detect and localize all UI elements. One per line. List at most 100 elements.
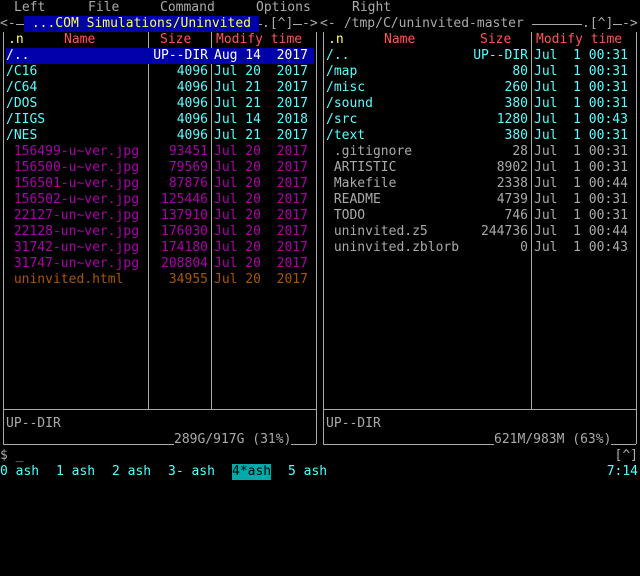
panel-title: <- ...COM Simulations/Uninvited .[^] -> [0,16,318,32]
file-name: /DOS [6,96,38,111]
tab-0[interactable]: 0 ash [0,464,39,480]
file-row[interactable]: 31742-un~ver.jpg 174180 Jul 20 2017 [0,240,320,256]
file-size: 4096 [176,112,208,127]
file-date: Jul 20 2017 [214,224,308,239]
menu-options[interactable]: Options [256,0,311,16]
right-panel[interactable]: <- /tmp/C/uninvited-master .[^] -> .n Na… [320,16,640,448]
file-size: 4096 [176,80,208,95]
file-row[interactable]: /text 380 Jul 1 00:31 [320,128,640,144]
panel-nav[interactable]: .[^] [582,16,614,32]
menu-bar: Left File Command Options Right [0,0,640,16]
file-row[interactable]: /.. UP--DIR Aug 14 2017 [6,48,314,64]
file-row[interactable]: /C16 4096 Jul 20 2017 [0,64,320,80]
header-sort[interactable]: .n [328,32,344,48]
file-name: 156501-u~ver.jpg [6,176,140,191]
file-row[interactable]: 31747-un~ver.jpg 208804 Jul 20 2017 [0,256,320,272]
disk-usage: 289G/917G (31%) [174,432,292,448]
frame-mini-divider [3,409,316,410]
file-row[interactable]: 22127-un~ver.jpg 137910 Jul 20 2017 [0,208,320,224]
file-date: Jul 21 2017 [214,80,308,95]
header-sort[interactable]: .n [8,32,24,48]
file-row[interactable]: uninvited.html 34955 Jul 20 2017 [0,272,320,288]
file-name: uninvited.zblorb [326,240,460,255]
file-name: 156499-u~ver.jpg [6,144,140,159]
menu-file[interactable]: File [88,0,119,16]
file-date: Jul 1 00:31 [534,208,628,223]
file-row[interactable]: /DOS 4096 Jul 21 2017 [0,96,320,112]
header-size[interactable]: Size [480,32,512,48]
file-name: /.. [326,48,350,63]
tab-3[interactable]: 3- ash [168,464,215,480]
file-row[interactable]: uninvited.zblorb 0 Jul 1 00:43 [320,240,640,256]
file-row[interactable]: /IIGS 4096 Jul 14 2018 [0,112,320,128]
panel-path[interactable]: ...COM Simulations/Uninvited [24,16,259,32]
column-headers: .n Name Size Modify time [0,32,320,48]
file-name: /C16 [6,64,38,79]
tab-4[interactable]: 4*ash [232,464,272,480]
file-size: 125446 [161,192,208,207]
file-name: 156502-u~ver.jpg [6,192,140,207]
file-name: /C64 [6,80,38,95]
file-date: Jul 20 2017 [214,64,308,79]
tab-5[interactable]: 5 ash [288,464,327,480]
file-name: Makefile [326,176,397,191]
file-size: 4096 [176,96,208,111]
panel-title: <- /tmp/C/uninvited-master .[^] -> [320,16,638,32]
file-row[interactable]: .gitignore 28 Jul 1 00:31 [320,144,640,160]
file-row[interactable]: /NES 4096 Jul 21 2017 [0,128,320,144]
file-date: Jul 1 00:43 [534,240,628,255]
tab-2[interactable]: 2 ash [112,464,151,480]
file-row[interactable]: /C64 4096 Jul 21 2017 [0,80,320,96]
file-row[interactable]: uninvited.z5 244736 Jul 1 00:44 [320,224,640,240]
file-size: 4096 [176,128,208,143]
file-date: Jul 20 2017 [214,160,308,175]
header-size[interactable]: Size [160,32,192,48]
file-name: 156500-u~ver.jpg [6,160,140,175]
file-date: Jul 20 2017 [214,240,308,255]
file-size: 28 [512,144,528,159]
file-row[interactable]: /map 80 Jul 1 00:31 [320,64,640,80]
panel-path[interactable]: /tmp/C/uninvited-master [336,16,532,32]
file-size: 176030 [161,224,208,239]
menu-right[interactable]: Right [352,0,391,16]
file-row[interactable]: 156501-u~ver.jpg 87876 Jul 20 2017 [0,176,320,192]
file-row[interactable]: TODO 746 Jul 1 00:31 [320,208,640,224]
file-row[interactable]: 156500-u~ver.jpg 79569 Jul 20 2017 [0,160,320,176]
header-time[interactable]: Modify time [216,32,303,48]
file-row[interactable]: /src 1280 Jul 1 00:43 [320,112,640,128]
file-row[interactable]: ARTISTIC 8902 Jul 1 00:31 [320,160,640,176]
menu-left[interactable]: Left [14,0,45,16]
file-size: 244736 [481,224,528,239]
file-date: Jul 20 2017 [214,256,308,271]
tab-1[interactable]: 1 ash [56,464,95,480]
file-size: 93451 [168,144,208,159]
command-prompt[interactable]: $ _ [0,448,23,464]
file-row[interactable]: 156502-u~ver.jpg 125446 Jul 20 2017 [0,192,320,208]
file-date: Jul 14 2018 [214,112,308,127]
file-row[interactable]: README 4739 Jul 1 00:31 [320,192,640,208]
file-row[interactable]: Makefile 2338 Jul 1 00:44 [320,176,640,192]
header-time[interactable]: Modify time [536,32,623,48]
history-button[interactable]: [^] [615,448,638,464]
file-size: 746 [504,208,528,223]
header-name[interactable]: Name [64,32,96,48]
file-row[interactable]: 156499-u~ver.jpg 93451 Jul 20 2017 [0,144,320,160]
file-name: /misc [326,80,366,95]
column-headers: .n Name Size Modify time [320,32,640,48]
file-date: Jul 20 2017 [214,144,308,159]
file-row[interactable]: /.. UP--DIR Jul 1 00:31 [320,48,640,64]
file-size: 380 [504,96,528,111]
menu-command[interactable]: Command [160,0,215,16]
header-name[interactable]: Name [384,32,416,48]
file-row[interactable]: 22128-un~ver.jpg 176030 Jul 20 2017 [0,224,320,240]
file-size: 34955 [168,272,208,287]
left-panel[interactable]: <- ...COM Simulations/Uninvited .[^] -> … [0,16,320,448]
file-date: Jul 21 2017 [214,128,308,143]
file-date: Jul 1 00:31 [534,192,628,207]
tmux-window-bar: 0 ash 1 ash 2 ash 3- ash 4*ash 5 ash [0,464,640,480]
file-date: Aug 14 2017 [214,48,308,63]
file-row[interactable]: /misc 260 Jul 1 00:31 [320,80,640,96]
file-row[interactable]: /sound 380 Jul 1 00:31 [320,96,640,112]
file-size: 1280 [496,112,528,127]
panel-nav[interactable]: .[^] [262,16,294,32]
